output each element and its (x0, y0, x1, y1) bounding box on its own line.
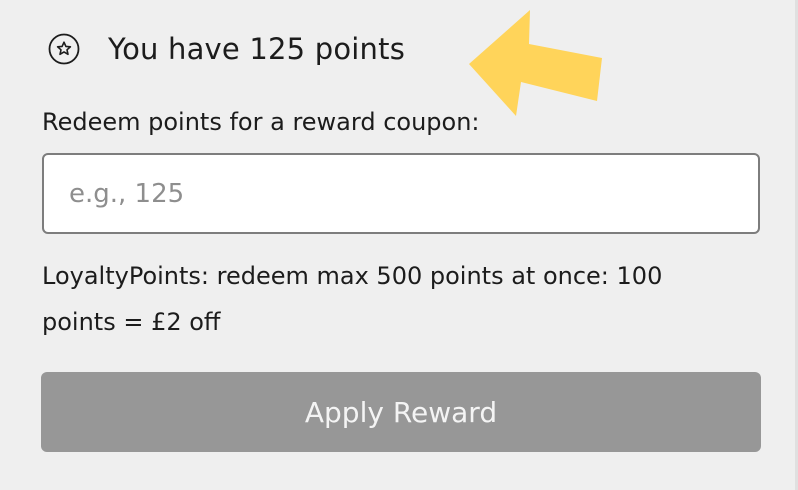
arrow-pointer-icon (469, 10, 602, 116)
redeem-label: Redeem points for a reward coupon: (42, 108, 480, 136)
redeem-info-text: LoyaltyPoints: redeem max 500 points at … (42, 262, 663, 336)
points-balance-row: You have 125 points (48, 28, 405, 70)
points-redeem-input[interactable] (42, 153, 760, 234)
star-circle-icon (48, 33, 80, 65)
apply-reward-button[interactable]: Apply Reward (41, 372, 761, 452)
points-balance-text: You have 125 points (108, 32, 406, 66)
loyalty-points-panel: You have 125 points Redeem points for a … (0, 0, 798, 490)
